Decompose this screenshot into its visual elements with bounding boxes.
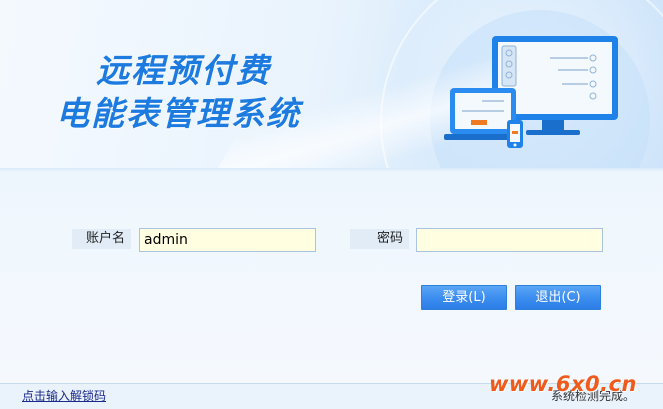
login-form-area: [0, 172, 663, 383]
watermark-text: www.6x0.cn: [489, 372, 637, 396]
app-title-line1: 远程预付费: [96, 51, 271, 90]
header-banner: 远程预付费 电能表管理系统: [0, 0, 663, 172]
devices-illustration: [444, 36, 618, 148]
username-input[interactable]: [139, 228, 316, 252]
unlock-code-link[interactable]: 点击输入解锁码: [22, 387, 106, 404]
phone-icon: [507, 120, 523, 148]
password-input[interactable]: [416, 228, 603, 252]
exit-button[interactable]: 退出(C): [515, 285, 601, 310]
app-title-line2: 电能表管理系统: [56, 94, 301, 133]
login-button[interactable]: 登录(L): [421, 285, 507, 310]
password-label: 密码: [350, 229, 409, 249]
username-label: 账户名: [72, 229, 131, 249]
